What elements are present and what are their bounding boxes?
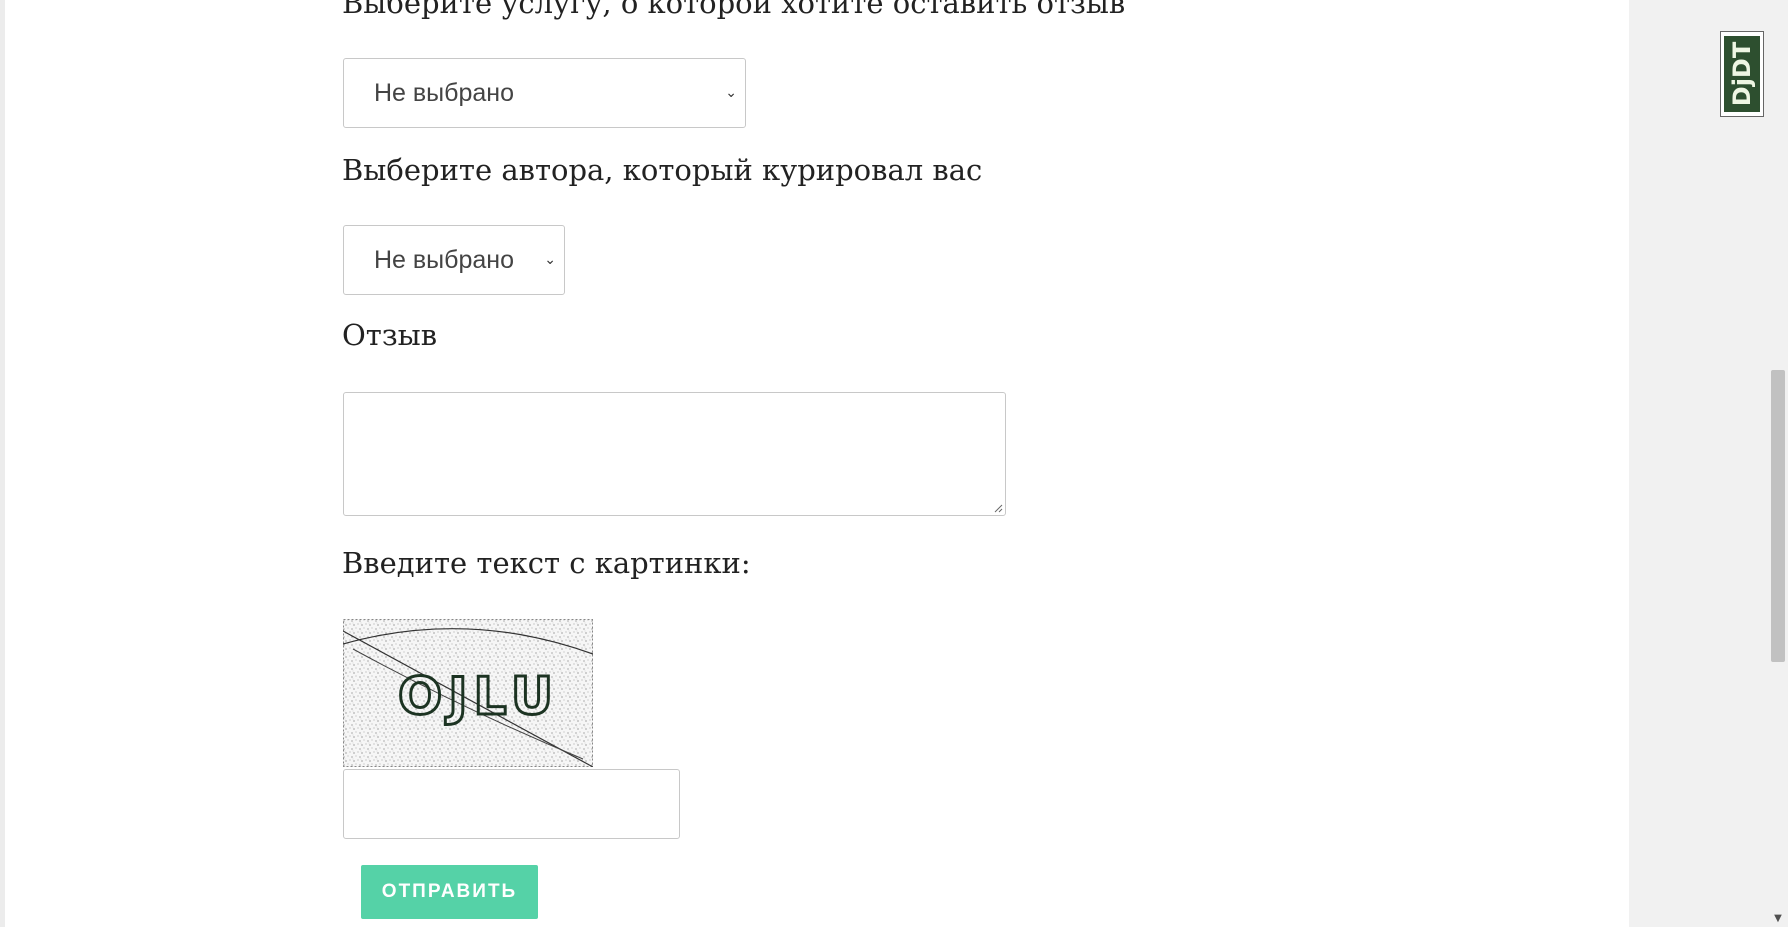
captcha-input[interactable] bbox=[343, 769, 680, 839]
service-select-value: Не выбрано bbox=[374, 78, 514, 107]
debug-toolbar-logo: DjDT bbox=[1724, 36, 1760, 112]
author-select-value: Не выбрано bbox=[374, 245, 514, 274]
chevron-down-icon: ⌄ bbox=[544, 252, 556, 268]
captcha-image: OJLU bbox=[342, 619, 594, 768]
captcha-graphic: OJLU bbox=[342, 619, 594, 768]
debug-toolbar-handle[interactable]: DjDT bbox=[1720, 31, 1764, 117]
author-label: Выберите автора, который курировал вас bbox=[342, 153, 983, 187]
debug-toolbar-label: DjDT bbox=[1728, 41, 1757, 107]
page-right-gutter bbox=[1629, 0, 1768, 927]
captcha-label: Введите текст с картинки: bbox=[342, 546, 751, 580]
author-select[interactable]: Не выбрано ⌄ bbox=[343, 225, 565, 295]
review-textarea[interactable] bbox=[343, 392, 1006, 516]
scrollbar-thumb[interactable] bbox=[1771, 370, 1785, 662]
scroll-down-arrow-icon[interactable]: ▼ bbox=[1772, 913, 1784, 925]
captcha-text: OJLU bbox=[398, 667, 559, 727]
resize-grip-icon[interactable] bbox=[993, 503, 1003, 513]
chevron-down-icon: ⌄ bbox=[725, 85, 737, 101]
submit-button[interactable]: ОТПРАВИТЬ bbox=[361, 865, 538, 919]
service-select[interactable]: Не выбрано ⌄ bbox=[343, 58, 746, 128]
review-label: Отзыв bbox=[342, 318, 438, 352]
vertical-scrollbar[interactable]: ▼ bbox=[1768, 0, 1788, 927]
service-label: Выберите услугу, о которой хотите остави… bbox=[342, 0, 1126, 20]
page-left-edge bbox=[0, 0, 5, 927]
